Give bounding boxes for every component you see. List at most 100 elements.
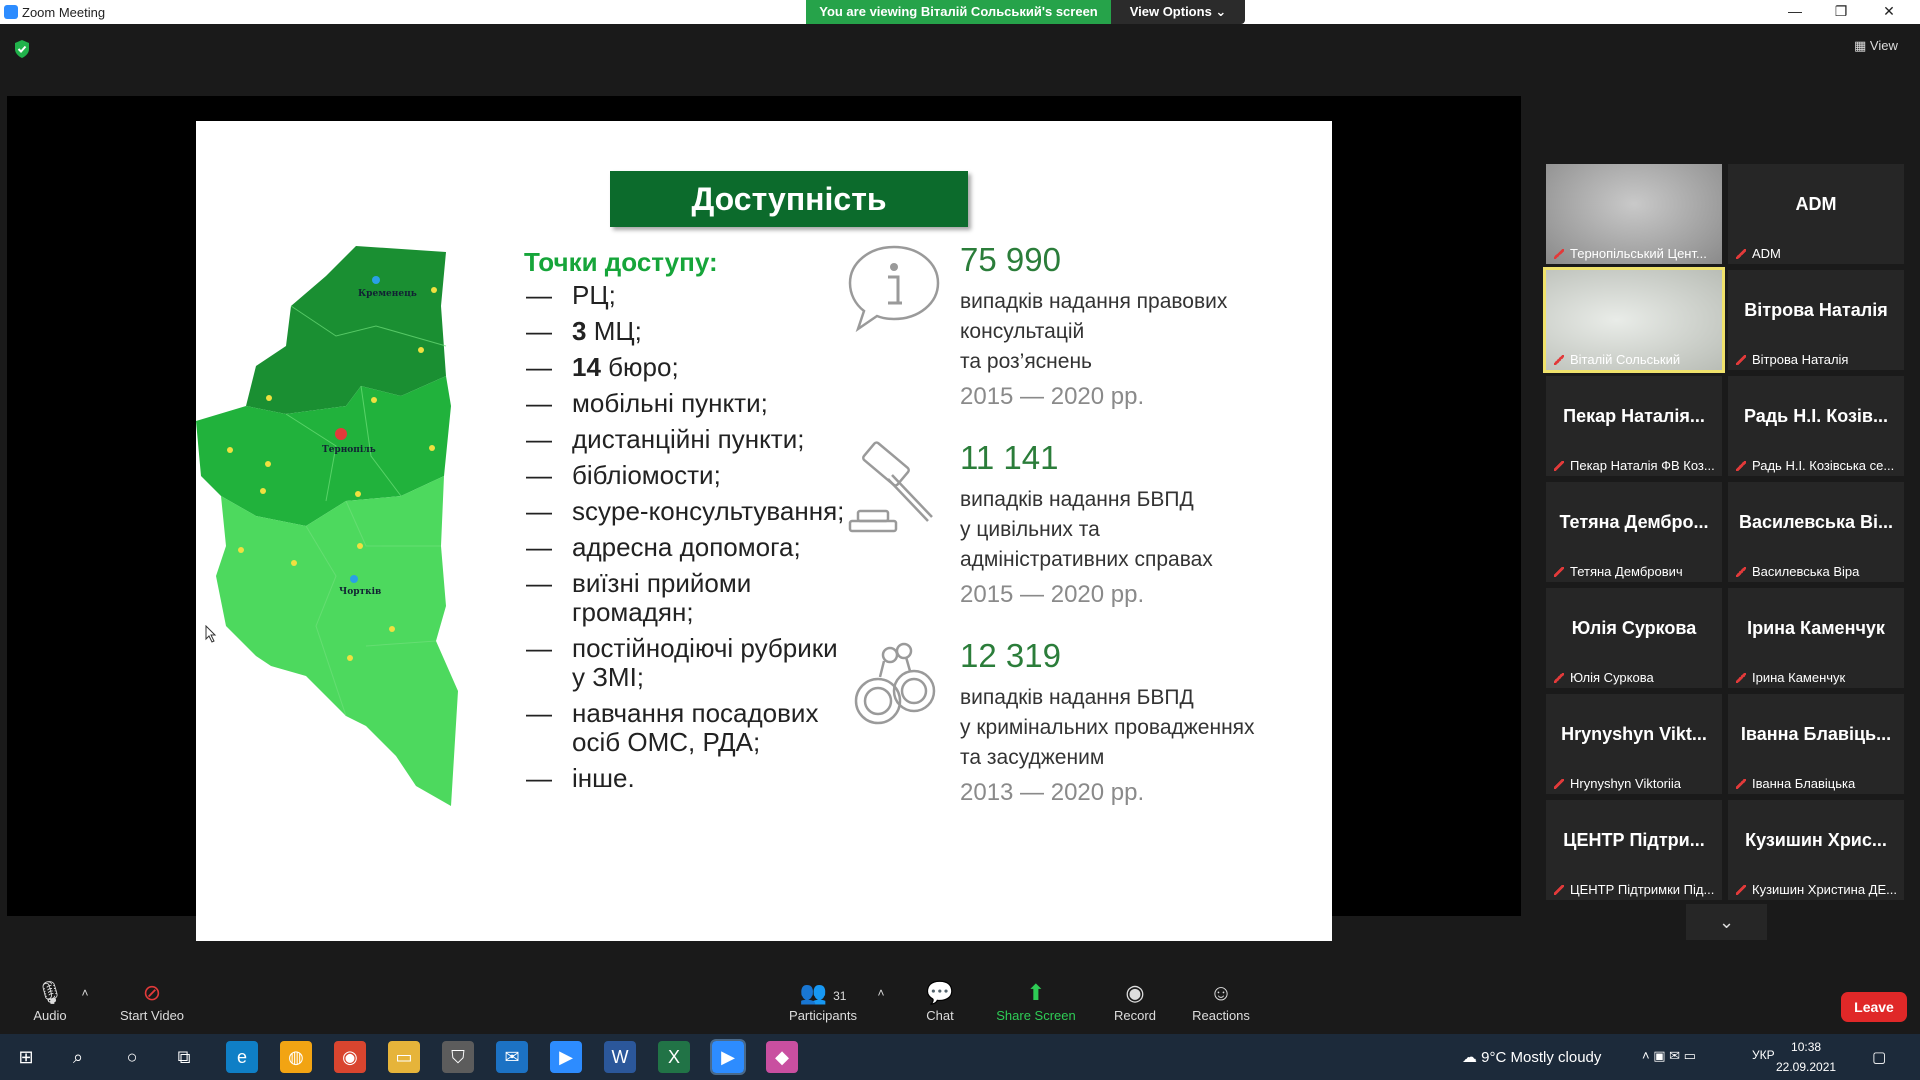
stat-desc-line: та роз’яснень [960, 350, 1092, 373]
participant-tile[interactable]: ADM ADM [1728, 164, 1904, 264]
view-options-button[interactable]: View Options ⌄ [1111, 0, 1245, 24]
participants-options-caret[interactable]: ˄ [874, 978, 888, 1008]
access-point-text: виїзні прийоми громадян; [572, 569, 856, 627]
participant-name-label: ADM [1736, 246, 1900, 261]
access-point-item: — 14 бюро; [526, 353, 856, 382]
access-point-label: scype-консультування; [572, 496, 845, 526]
chat-button[interactable]: 💬 Chat [920, 978, 960, 1023]
stat-years: 2013 — 2020 рр. [960, 779, 1145, 806]
region-map: Кременець Тернопіль Чортків [196, 246, 458, 806]
access-point-label: РЦ; [572, 280, 616, 310]
access-point-text: дистанційні пункти; [572, 425, 804, 454]
dash-bullet: — [526, 388, 552, 418]
dash-bullet: — [526, 316, 552, 346]
encryption-shield-icon[interactable] [14, 40, 30, 58]
participant-display-name: Юлія Суркова [1571, 618, 1697, 638]
browser-app-icon[interactable]: ◍ [280, 1041, 312, 1073]
stat-desc-line: випадків надання БВПД [960, 488, 1194, 511]
map-label-south: Чортків [339, 587, 381, 597]
meeting-toolbar: 🎙 Audio ˄ ⊘ Start Video 👥 31 Participant… [0, 978, 1920, 1028]
weather-widget[interactable]: ☁ 9°C Mostly cloudy [1462, 1048, 1601, 1066]
access-point-text: навчання посадових осіб ОМС, РДА; [572, 699, 856, 757]
zoom-meeting-taskbar-icon[interactable]: ▶ [710, 1039, 746, 1075]
participant-display-name: Радь Н.І. Козів... [1743, 406, 1889, 426]
access-point-label: виїзні прийоми громадян; [572, 568, 752, 627]
participant-display-name: Кузишин Хрис... [1745, 830, 1887, 850]
view-button-label: View [1869, 38, 1898, 53]
minimize-button[interactable]: — [1772, 0, 1818, 24]
access-point-text: РЦ; [572, 281, 616, 310]
paint-app-icon[interactable]: ◆ [766, 1041, 798, 1073]
task-view-icon[interactable]: ⧉ [168, 1041, 200, 1073]
slide-title: Доступність [610, 171, 968, 227]
access-point-label: навчання посадових осіб ОМС, РДА; [572, 698, 819, 757]
access-point-label: бібліомости; [572, 460, 721, 490]
zoom-app-icon [4, 5, 18, 19]
participant-tile[interactable]: Юлія Суркова Юлія Суркова [1546, 588, 1722, 688]
participant-tile[interactable]: Радь Н.І. Козів... Радь Н.І. Козівська се… [1728, 376, 1904, 476]
dash-bullet: — [526, 763, 552, 793]
reactions-button[interactable]: ☺ Reactions [1190, 978, 1252, 1023]
cortana-icon[interactable]: ○ [116, 1041, 148, 1073]
store-icon[interactable]: ⛉ [442, 1041, 474, 1073]
edge-browser-icon[interactable]: e [226, 1041, 258, 1073]
close-button[interactable]: ✕ [1866, 0, 1912, 24]
mail-icon[interactable]: ✉ [496, 1041, 528, 1073]
access-point-label: дистанційні пункти; [572, 424, 805, 454]
access-point-label: адресна допомога; [572, 532, 801, 562]
participant-tile[interactable]: Ірина Каменчук Ірина Каменчук [1728, 588, 1904, 688]
leave-button[interactable]: Leave [1841, 992, 1907, 1022]
access-point-item: — адресна допомога; [526, 533, 856, 562]
system-clock[interactable]: 10:38 22.09.2021 [1776, 1037, 1836, 1077]
access-point-item: — бібліомости; [526, 461, 856, 490]
access-point-item: — мобільні пункти; [526, 389, 856, 418]
stat-description: випадків надання БВПД у цивільних та адм… [960, 485, 1320, 575]
windows-start-icon[interactable]: ⊞ [10, 1041, 42, 1073]
participant-tile[interactable]: Тетяна Дембро... Тетяна Дембрович [1546, 482, 1722, 582]
access-point-text: постійнодіючі рубрики у ЗМІ; [572, 634, 856, 692]
word-icon[interactable]: W [604, 1041, 636, 1073]
gavel-icon [848, 441, 933, 533]
access-point-text: мобільні пункти; [572, 389, 768, 418]
start-video-button[interactable]: ⊘ Start Video [112, 978, 192, 1023]
participant-tile[interactable]: Тернопільський Цент... [1546, 164, 1722, 264]
search-icon[interactable]: ⌕ [62, 1041, 94, 1073]
zoom-taskbar-icon[interactable]: ▶ [550, 1041, 582, 1073]
chat-label: Chat [926, 1008, 954, 1023]
participant-name-label: Кузишин Христина ДЕ... [1736, 882, 1900, 897]
participant-tile[interactable]: Кузишин Хрис... Кузишин Христина ДЕ... [1728, 800, 1904, 900]
gallery-next-button[interactable]: ⌄ [1686, 904, 1767, 940]
access-point-item: — інше. [526, 764, 856, 793]
file-explorer-icon[interactable]: ▭ [388, 1041, 420, 1073]
notifications-icon[interactable]: ▢ [1872, 1048, 1886, 1066]
access-point-label: інше. [572, 763, 635, 793]
participants-button[interactable]: 👥 31 Participants [786, 978, 860, 1023]
share-screen-button[interactable]: ⬆ Share Screen [994, 978, 1078, 1023]
participant-tile[interactable]: Віталій Сольський [1543, 267, 1725, 373]
participant-name-label: Ірина Каменчук [1736, 670, 1900, 685]
stat-years: 2015 — 2020 рр. [960, 581, 1145, 608]
system-tray-icons[interactable]: ˄ ▣ ✉ ▭ [1642, 1048, 1696, 1064]
excel-icon[interactable]: X [658, 1041, 690, 1073]
audio-options-caret[interactable]: ˄ [78, 978, 92, 1008]
stat-years: 2015 — 2020 рр. [960, 383, 1145, 410]
chrome-icon[interactable]: ◉ [334, 1041, 366, 1073]
stat-desc-line: та засудженим [960, 746, 1105, 769]
audio-button[interactable]: 🎙 Audio [30, 978, 70, 1023]
participant-tile[interactable]: Пекар Наталія... Пекар Наталія ФВ Коз... [1546, 376, 1722, 476]
participant-name-label: Василевська Віра [1736, 564, 1900, 579]
maximize-button[interactable]: ❐ [1818, 0, 1864, 24]
participant-display-name: Hrynyshyn Vikt... [1561, 724, 1707, 744]
stat-desc-line: у кримінальних провадженнях [960, 716, 1255, 739]
access-point-label: мобільні пункти; [572, 388, 768, 418]
participant-tile[interactable]: Іванна Блавіць... Іванна Блавіцька [1728, 694, 1904, 794]
participant-tile[interactable]: Вітрова Наталія Вітрова Наталія [1728, 270, 1904, 370]
participant-tile[interactable]: Василевська Ві... Василевська Віра [1728, 482, 1904, 582]
participant-tile[interactable]: Hrynyshyn Vikt... Hrynyshyn Viktoriia [1546, 694, 1722, 794]
window-title: Zoom Meeting [22, 5, 106, 20]
participant-tile[interactable]: ЦЕНТР Підтри... ЦЕНТР Підтримки Під... [1546, 800, 1722, 900]
language-indicator[interactable]: УКР [1752, 1048, 1775, 1062]
view-button[interactable]: ▦ View [1854, 38, 1898, 54]
record-button[interactable]: ◉ Record [1110, 978, 1160, 1023]
map-label-north: Кременець [358, 289, 417, 299]
